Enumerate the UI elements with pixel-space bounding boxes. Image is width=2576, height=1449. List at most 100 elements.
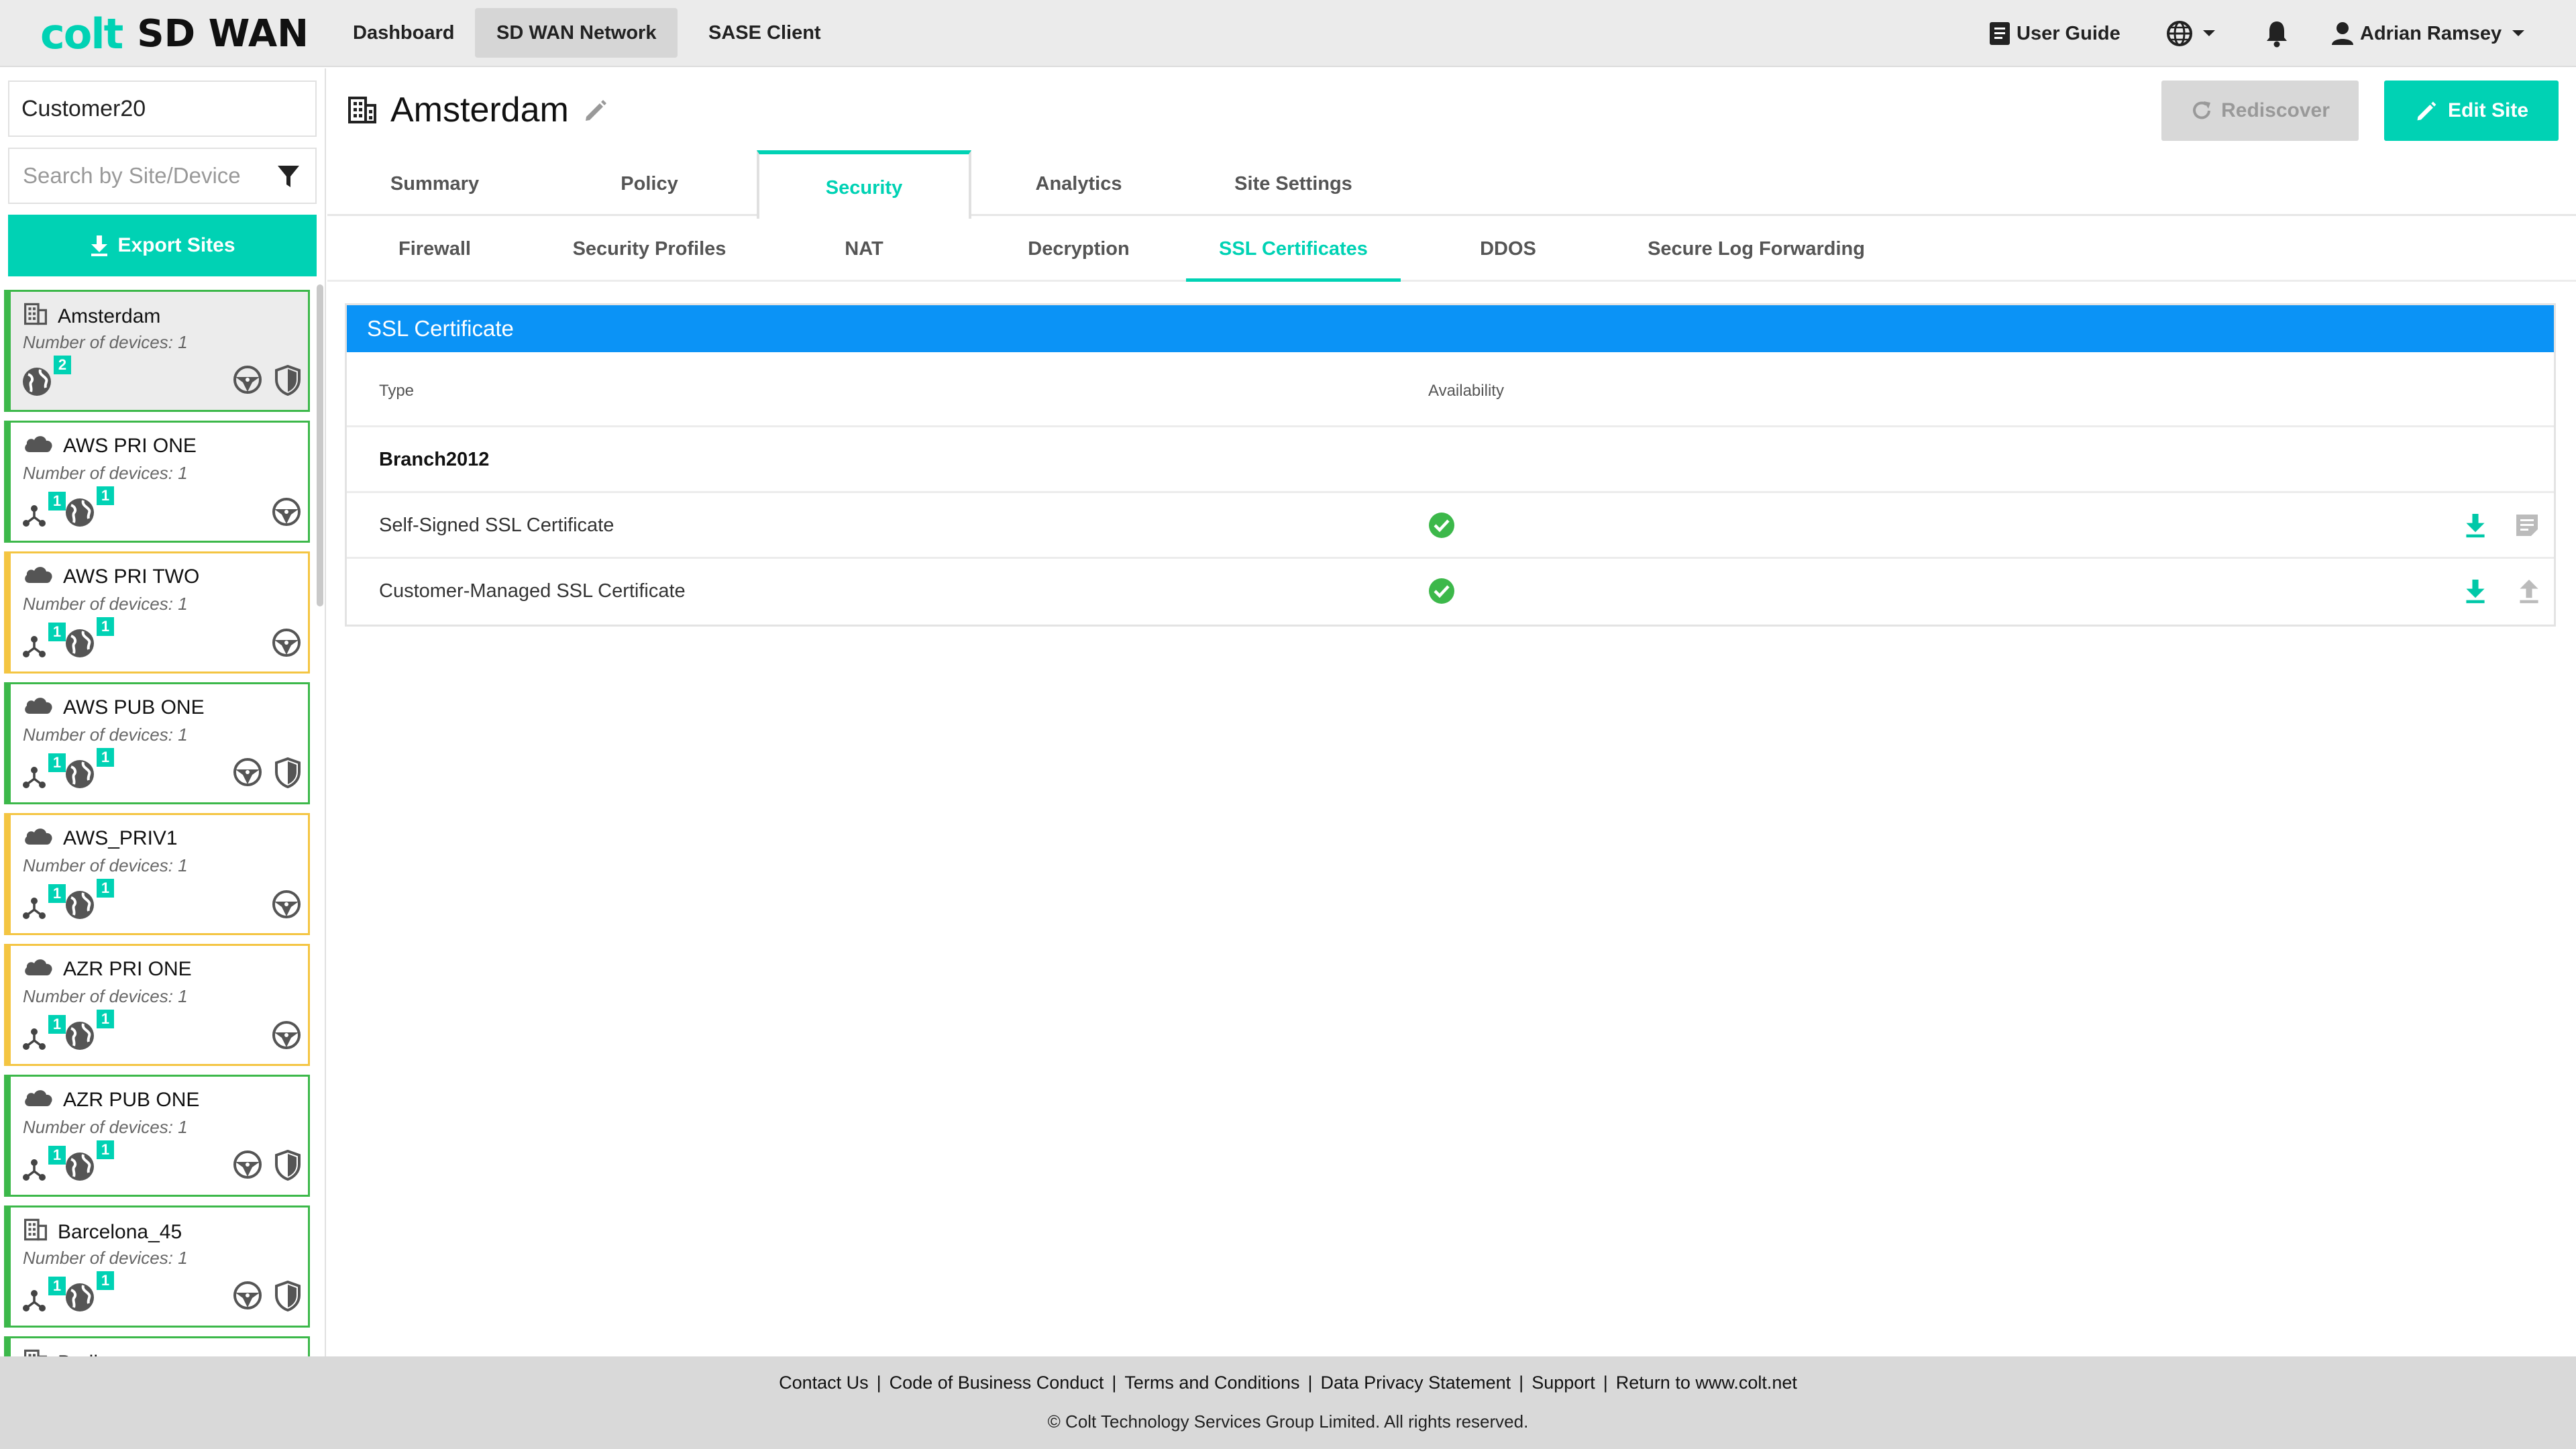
globe-icon[interactable]: 1 xyxy=(64,1140,114,1185)
download-icon[interactable] xyxy=(2464,578,2487,610)
building-icon xyxy=(23,303,48,331)
internet-count: 1 xyxy=(97,748,114,767)
internet-count: 1 xyxy=(97,617,114,636)
steering-wheel-icon[interactable] xyxy=(272,890,301,922)
group-row: Branch2012 xyxy=(347,427,2554,493)
footer-link-colt[interactable]: Return to www.colt.net xyxy=(1616,1373,1797,1393)
site-card[interactable]: AZR PRI ONE Number of devices: 1 1 1 xyxy=(4,944,310,1066)
shield-icon[interactable] xyxy=(274,757,301,792)
footer: Contact Us | Code of Business Conduct | Te… xyxy=(0,1356,2576,1449)
steering-wheel-icon[interactable] xyxy=(233,1281,262,1315)
globe-icon[interactable]: 1 xyxy=(64,1010,114,1055)
nav-sd-wan-network[interactable]: SD WAN Network xyxy=(475,8,678,58)
cloud-icon xyxy=(23,826,54,851)
subtab-ddos[interactable]: DDOS xyxy=(1401,216,1615,282)
footer-link-support[interactable]: Support xyxy=(1532,1373,1595,1393)
site-card[interactable]: AWS PUB ONE Number of devices: 1 1 1 xyxy=(4,682,310,804)
topology-icon[interactable]: 1 xyxy=(21,492,66,531)
shield-icon[interactable] xyxy=(274,1149,301,1184)
upload-icon[interactable] xyxy=(2518,578,2540,610)
site-card[interactable]: Berlin xyxy=(4,1336,310,1356)
steering-wheel-icon[interactable] xyxy=(272,497,301,530)
nav-dashboard[interactable]: Dashboard xyxy=(331,8,476,58)
globe-icon[interactable]: 2 xyxy=(21,356,71,400)
nav-sase-client[interactable]: SASE Client xyxy=(687,8,843,58)
footer-link-conduct[interactable]: Code of Business Conduct xyxy=(890,1373,1104,1393)
steering-wheel-icon[interactable] xyxy=(233,365,262,399)
device-count: Number of devices: 1 xyxy=(23,1248,188,1268)
globe-icon[interactable]: 1 xyxy=(64,879,114,924)
note-icon[interactable] xyxy=(2514,512,2540,544)
download-icon xyxy=(91,235,108,256)
subtab-nat[interactable]: NAT xyxy=(757,216,971,282)
subtab-firewall[interactable]: Firewall xyxy=(327,216,542,282)
topology-icon[interactable]: 1 xyxy=(21,1146,66,1185)
export-sites-label: Export Sites xyxy=(117,234,235,256)
steering-wheel-icon[interactable] xyxy=(233,757,262,792)
globe-icon[interactable]: 1 xyxy=(64,617,114,662)
globe-icon[interactable]: 1 xyxy=(64,1271,114,1316)
site-card[interactable]: AWS PRI ONE Number of devices: 1 1 1 xyxy=(4,421,310,543)
tab-policy[interactable]: Policy xyxy=(542,152,757,216)
topology-count: 1 xyxy=(48,623,66,641)
tab-analytics[interactable]: Analytics xyxy=(971,152,1186,216)
topology-icon[interactable]: 1 xyxy=(21,1277,66,1316)
globe-icon[interactable]: 1 xyxy=(64,486,114,531)
available-check-icon xyxy=(1428,578,1455,610)
topology-icon[interactable]: 1 xyxy=(21,1015,66,1055)
steering-wheel-icon[interactable] xyxy=(233,1150,262,1184)
globe-icon xyxy=(2167,21,2192,46)
globe-icon[interactable]: 1 xyxy=(64,748,114,793)
chevron-down-icon xyxy=(2512,30,2525,36)
colt-logo[interactable]: colt SD WAN xyxy=(40,9,309,58)
site-name: AZR PRI ONE xyxy=(63,958,192,980)
steering-wheel-icon[interactable] xyxy=(272,628,301,661)
pencil-icon[interactable] xyxy=(582,97,609,123)
footer-link-privacy[interactable]: Data Privacy Statement xyxy=(1321,1373,1511,1393)
site-card[interactable]: Amsterdam Number of devices: 1 2 xyxy=(4,290,310,412)
user-guide-link[interactable]: User Guide xyxy=(1988,0,2121,67)
steering-wheel-icon[interactable] xyxy=(272,1020,301,1053)
export-sites-button[interactable]: Export Sites xyxy=(8,215,317,276)
topology-icon[interactable]: 1 xyxy=(21,623,66,662)
site-card[interactable]: AWS_PRIV1 Number of devices: 1 1 1 xyxy=(4,813,310,935)
customer-selector[interactable]: Customer20 xyxy=(8,80,317,137)
site-card[interactable]: AZR PUB ONE Number of devices: 1 1 1 xyxy=(4,1075,310,1197)
notifications-button[interactable] xyxy=(2265,0,2289,67)
filter-icon[interactable] xyxy=(276,164,301,189)
site-search-input[interactable]: Search by Site/Device xyxy=(8,148,317,204)
subtab-security-profiles[interactable]: Security Profiles xyxy=(542,216,757,282)
shield-icon[interactable] xyxy=(274,1280,301,1315)
sidebar-scrollbar[interactable] xyxy=(317,284,323,606)
language-selector[interactable] xyxy=(2165,0,2216,67)
subtab-decryption[interactable]: Decryption xyxy=(971,216,1186,282)
subtab-secure-log-forwarding[interactable]: Secure Log Forwarding xyxy=(1615,216,1897,282)
topology-count: 1 xyxy=(48,884,66,903)
site-name: AWS PRI TWO xyxy=(63,566,200,588)
tab-summary[interactable]: Summary xyxy=(327,152,542,216)
download-icon[interactable] xyxy=(2464,512,2487,544)
site-name: AWS PUB ONE xyxy=(63,696,205,718)
topology-icon[interactable]: 1 xyxy=(21,884,66,924)
site-title: Amsterdam xyxy=(390,91,569,129)
shield-icon[interactable] xyxy=(274,364,301,399)
user-menu[interactable]: Adrian Ramsey xyxy=(2330,0,2526,67)
footer-link-contact[interactable]: Contact Us xyxy=(779,1373,869,1393)
site-card[interactable]: Barcelona_45 Number of devices: 1 1 1 xyxy=(4,1205,310,1328)
table-row: Customer-Managed SSL Certificate xyxy=(347,559,2554,625)
rediscover-button[interactable]: Rediscover xyxy=(2161,80,2359,141)
subtab-ssl-certificates[interactable]: SSL Certificates xyxy=(1186,216,1401,282)
tab-site-settings[interactable]: Site Settings xyxy=(1186,152,1401,216)
site-card[interactable]: AWS PRI TWO Number of devices: 1 1 1 xyxy=(4,551,310,674)
cloud-icon xyxy=(23,564,54,590)
book-icon xyxy=(1990,22,2010,45)
ssl-certificate-panel: SSL Certificate Type Availability Branch… xyxy=(345,303,2556,627)
tab-security[interactable]: Security xyxy=(757,150,971,219)
topology-icon[interactable]: 1 xyxy=(21,753,66,793)
security-subtabs: Firewall Security Profiles NAT Decryptio… xyxy=(327,216,2576,282)
topology-count: 1 xyxy=(48,1146,66,1165)
device-count: Number of devices: 1 xyxy=(23,724,188,745)
edit-site-button[interactable]: Edit Site xyxy=(2384,80,2559,141)
site-sidebar: Customer20 Search by Site/Device Export … xyxy=(0,68,326,1356)
footer-link-terms[interactable]: Terms and Conditions xyxy=(1124,1373,1299,1393)
